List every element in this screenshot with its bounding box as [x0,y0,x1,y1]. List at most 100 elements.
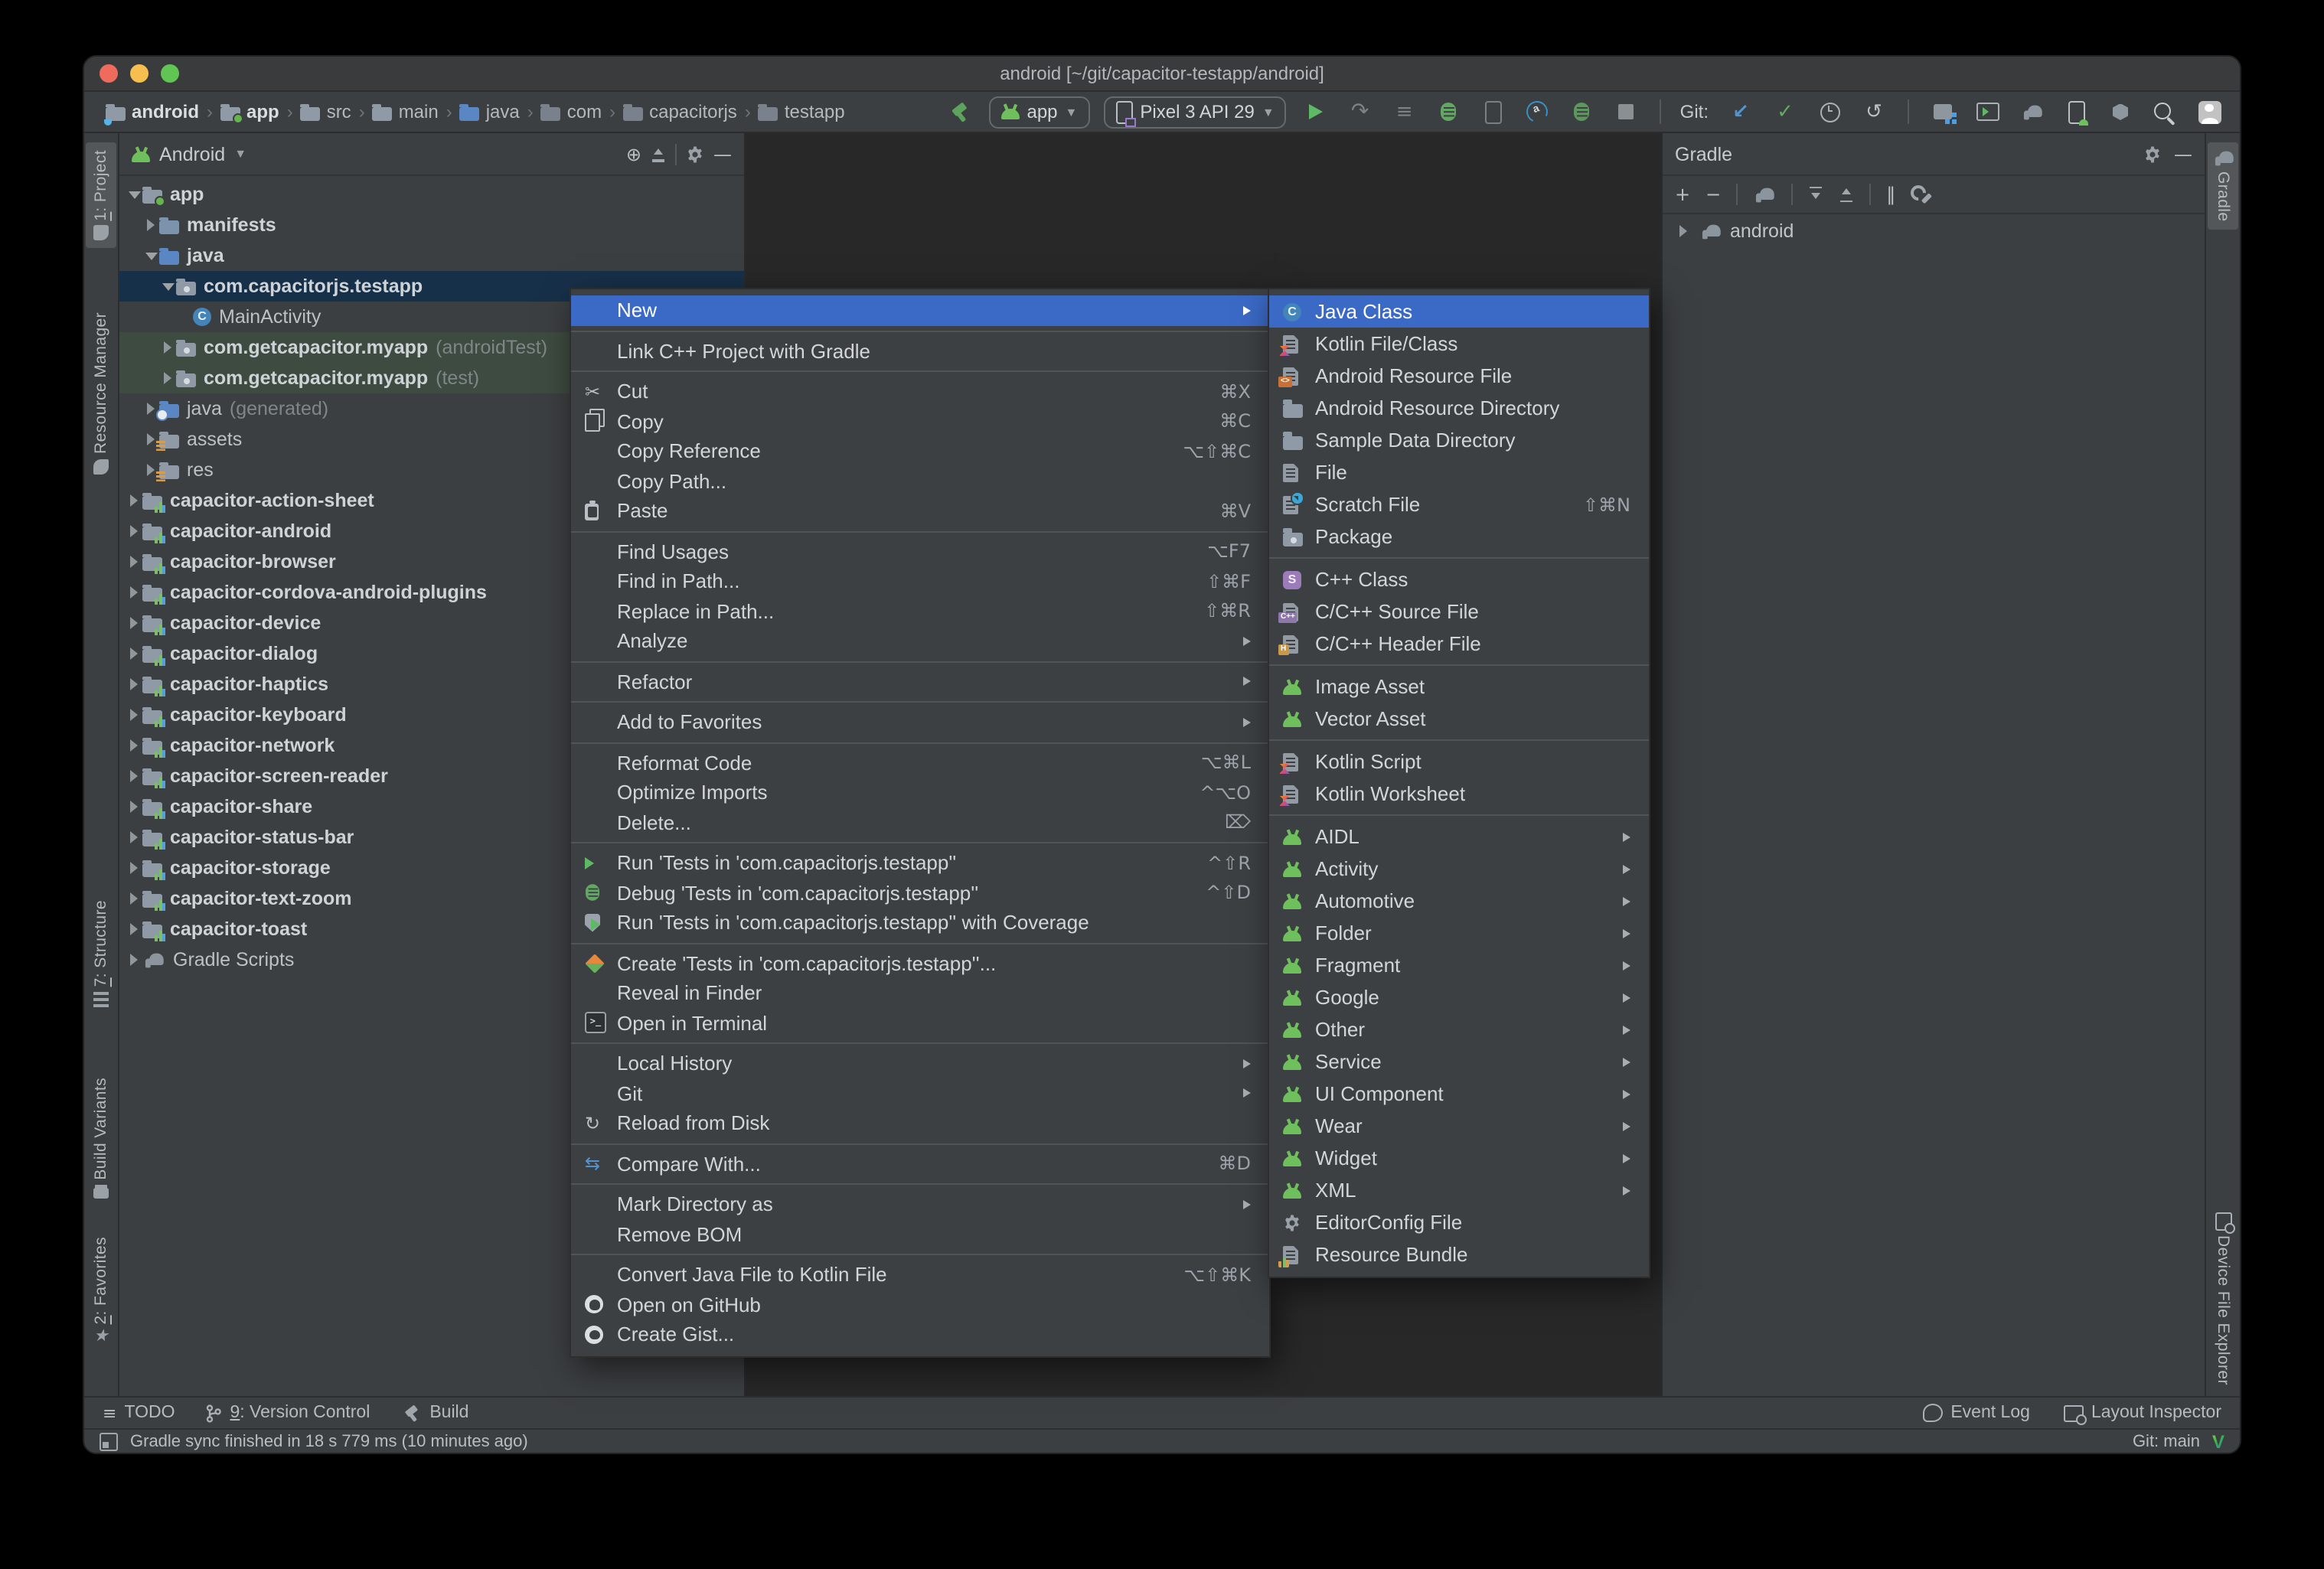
tool-window-switcher-icon[interactable] [100,1432,118,1450]
context-menu-item-reveal-in-finder[interactable]: Reveal in Finder [571,978,1269,1008]
update-project-icon[interactable]: ↙ [1725,96,1756,127]
modules-icon[interactable] [1927,96,1958,127]
new-submenu-item-sample-data-directory[interactable]: Sample Data Directory [1269,424,1649,456]
commit-icon[interactable]: ✓ [1770,96,1800,127]
new-submenu-item-automotive[interactable]: Automotive [1269,885,1649,917]
left-tool-tab-resource-manager[interactable]: Resource Manager [86,305,116,481]
context-menu-item-refactor[interactable]: Refactor [571,667,1269,696]
tree-expand-arrow-icon[interactable] [126,770,142,782]
right-tool-tab-device-file-explorer[interactable]: Device File Explorer [2208,1205,2238,1393]
new-submenu-item-scratch-file[interactable]: Scratch File ⇧⌘N [1269,488,1649,520]
collapse-all-icon[interactable] [1839,187,1854,202]
debug-icon[interactable] [1434,96,1464,127]
gradle-settings-wrench-icon[interactable] [1911,185,1929,204]
left-tool-tab-favorites[interactable]: 2: Favorites ★ [86,1229,116,1352]
context-menu-item-debug-tests-in-com-capacitorjs-testapp[interactable]: Debug 'Tests in 'com.capacitorjs.testapp… [571,878,1269,908]
attach-debugger-icon[interactable] [1478,96,1509,127]
context-menu-item-copy[interactable]: Copy ⌘C [571,406,1269,436]
bottom-tab-layout-inspector[interactable]: Layout Inspector [2063,1404,2221,1424]
left-tool-tab-structure[interactable]: 7: Structure [86,892,116,1014]
collapse-all-icon[interactable] [651,146,666,161]
gradle-refresh-icon[interactable] [1753,186,1776,203]
apply-code-changes-icon[interactable] [1567,96,1598,127]
new-submenu-item-editorconfig-file[interactable]: EditorConfig File [1269,1206,1649,1238]
tree-expand-arrow-icon[interactable] [126,647,142,660]
new-submenu-item-android-resource-directory[interactable]: Android Resource Directory [1269,392,1649,424]
new-submenu-item-folder[interactable]: Folder [1269,917,1649,949]
history-icon[interactable] [1814,96,1845,127]
context-menu-item-convert-java-file-to-kotlin-file[interactable]: Convert Java File to Kotlin File ⌥⇧⌘K [571,1260,1269,1290]
context-menu-item-find-usages[interactable]: Find Usages ⌥F7 [571,537,1269,566]
context-menu-item-local-history[interactable]: Local History [571,1049,1269,1078]
offline-mode-icon[interactable]: ‖ [1886,185,1895,204]
new-submenu-item-activity[interactable]: Activity [1269,853,1649,885]
breadcrumb-item-java[interactable]: java [457,101,523,122]
new-submenu-item-service[interactable]: Service [1269,1045,1649,1078]
new-submenu-item-c-c-header-file[interactable]: H C/C++ Header File [1269,628,1649,660]
context-menu-item-git[interactable]: Git [571,1078,1269,1108]
new-submenu-item-vector-asset[interactable]: Vector Asset [1269,703,1649,735]
run-icon[interactable] [1301,96,1331,127]
context-menu-item-find-in-path[interactable]: Find in Path... ⇧⌘F [571,566,1269,596]
context-menu-item-delete[interactable]: Delete... ⌦ [571,807,1269,837]
gradle-sync-icon[interactable] [2016,96,2047,127]
title-bar[interactable]: android [~/git/capacitor-testapp/android… [84,57,2240,92]
new-submenu-item-java-class[interactable]: C Java Class [1269,295,1649,328]
settings-gear-icon[interactable] [2143,145,2162,163]
tree-expand-arrow-icon[interactable] [126,678,142,690]
context-menu-item-open-in-terminal[interactable]: >_ Open in Terminal [571,1008,1269,1038]
left-tool-tab-project[interactable]: 1: Project [86,142,116,249]
context-menu-item-compare-with[interactable]: ⇆ Compare With... ⌘D [571,1149,1269,1179]
device-select[interactable]: Pixel 3 API 29 ▼ [1103,96,1287,128]
left-tool-tab-build-variants[interactable]: Build Variants [86,1070,116,1206]
new-submenu-item-kotlin-script[interactable]: Kotlin Script [1269,745,1649,778]
sdk-manager-icon[interactable] [2105,96,2136,127]
stop-icon[interactable] [1611,96,1642,127]
run-configuration-select[interactable]: app ▼ [988,96,1090,128]
bottom-tab-todo[interactable]: ≡ TODO [103,1404,175,1422]
avatar-icon[interactable] [2194,96,2224,127]
context-menu-item-cut[interactable]: ✂ Cut ⌘X [571,377,1269,406]
tree-expand-arrow-icon[interactable] [126,954,142,966]
tree-expand-arrow-icon[interactable] [126,831,142,843]
new-submenu-item-fragment[interactable]: Fragment [1269,949,1649,981]
tree-collapse-arrow-icon[interactable] [159,282,176,290]
context-menu-item-run-tests-in-com-capacitorjs-testapp-with-coverage[interactable]: Run 'Tests in 'com.capacitorjs.testapp''… [571,908,1269,938]
tree-collapse-arrow-icon[interactable] [126,191,142,198]
context-menu-item-optimize-imports[interactable]: Optimize Imports ^⌥O [571,778,1269,807]
breadcrumb-item-testapp[interactable]: testapp [756,101,848,122]
bottom-tab-version-control[interactable]: 9: Version Control [205,1403,370,1423]
tree-expand-arrow-icon[interactable] [126,801,142,813]
breadcrumb-item-android[interactable]: android [103,101,202,125]
breadcrumb-item-main[interactable]: main [370,101,442,122]
device-manager-icon[interactable] [2061,96,2091,127]
profiler-sessions-icon[interactable]: ≡ [1389,96,1420,127]
project-view-selector[interactable]: Android [159,143,225,165]
build-hammer-icon[interactable] [944,96,974,127]
search-everywhere-icon[interactable] [2149,96,2180,127]
new-submenu-item-image-asset[interactable]: Image Asset [1269,670,1649,703]
context-menu-item-replace-in-path[interactable]: Replace in Path... ⇧⌘R [571,596,1269,626]
tree-expand-arrow-icon[interactable] [126,739,142,752]
gradle-tree-root[interactable]: android [1663,214,2205,248]
hide-panel-icon[interactable]: — [2174,145,2192,163]
tree-expand-arrow-icon[interactable] [126,709,142,721]
context-menu-item-analyze[interactable]: Analyze [571,626,1269,656]
tree-expand-arrow-icon[interactable] [159,341,176,354]
new-submenu-item-other[interactable]: Other [1269,1013,1649,1045]
new-submenu-item-widget[interactable]: Widget [1269,1142,1649,1174]
new-submenu-item-xml[interactable]: XML [1269,1174,1649,1206]
bottom-tab-event-log[interactable]: Event Log [1923,1404,2030,1422]
new-submenu-item-c-class[interactable]: S C++ Class [1269,563,1649,595]
tree-expand-arrow-icon[interactable] [142,219,159,231]
context-menu-item-remove-bom[interactable]: Remove BOM [571,1219,1269,1249]
context-menu-item-run-tests-in-com-capacitorjs-testapp[interactable]: Run 'Tests in 'com.capacitorjs.testapp''… [571,848,1269,878]
context-menu-item-create-gist[interactable]: Create Gist... [571,1319,1269,1349]
tree-expand-arrow-icon[interactable] [126,556,142,568]
new-submenu-item-kotlin-worksheet[interactable]: Kotlin Worksheet [1269,778,1649,810]
new-submenu-item-ui-component[interactable]: UI Component [1269,1078,1649,1110]
context-menu-item-copy-reference[interactable]: Copy Reference ⌥⇧⌘C [571,436,1269,466]
tree-expand-arrow-icon[interactable] [126,923,142,935]
expand-all-icon[interactable] [1808,187,1823,202]
new-submenu-item-file[interactable]: File [1269,456,1649,488]
